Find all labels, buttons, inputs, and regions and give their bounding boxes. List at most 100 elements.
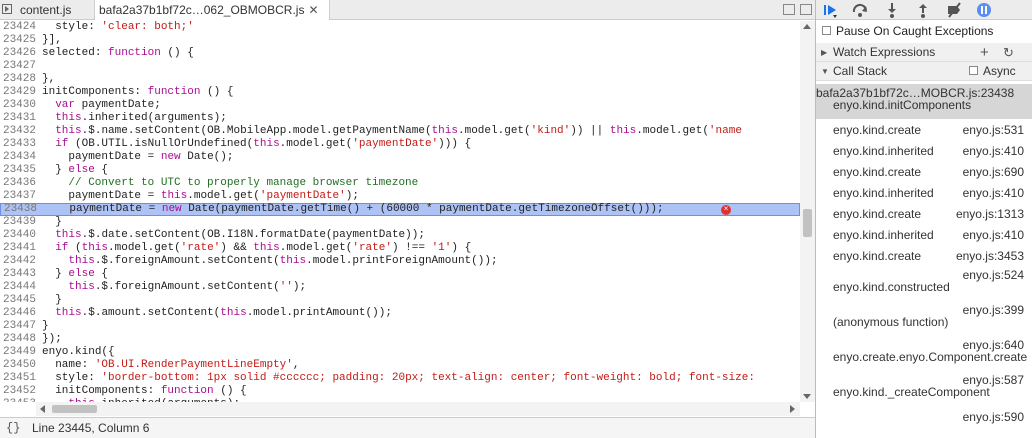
line-number[interactable]: 23425: [0, 34, 36, 47]
call-stack-frame[interactable]: (anonymous function) enyo.js:399: [816, 301, 1032, 336]
line-number[interactable]: 23453: [0, 398, 36, 402]
frame-location[interactable]: enyo.js:399: [963, 303, 1024, 317]
line-number[interactable]: 23433: [0, 138, 36, 151]
scroll-down-icon[interactable]: [803, 394, 811, 399]
frame-location[interactable]: enyo.js:410: [963, 186, 1024, 200]
line-number[interactable]: 23445: [0, 294, 36, 307]
code-line[interactable]: 23437 paymentDate = this.model.get('paym…: [0, 190, 800, 203]
code-line[interactable]: 23439 }: [0, 216, 800, 229]
line-number[interactable]: 23432: [0, 125, 36, 138]
code-line[interactable]: 23434 paymentDate = new Date();: [0, 151, 800, 164]
pause-on-caught-checkbox[interactable]: [822, 26, 831, 35]
watch-expressions-header[interactable]: ▶ Watch Expressions + ↻: [816, 43, 1032, 62]
code-line[interactable]: 23452 initComponents: function () {: [0, 385, 800, 398]
tab-content-js[interactable]: content.js: [18, 0, 94, 20]
line-number[interactable]: 23430: [0, 99, 36, 112]
code-line-breakpoint[interactable]: 23438 paymentDate = new Date(paymentDate…: [0, 203, 800, 216]
frame-location[interactable]: enyo.js:690: [963, 165, 1024, 179]
line-number[interactable]: 23436: [0, 177, 36, 190]
line-number[interactable]: 23452: [0, 385, 36, 398]
frame-location[interactable]: enyo.js:587: [963, 373, 1024, 387]
vertical-scroll-thumb[interactable]: [803, 209, 812, 237]
code-line[interactable]: 23444 this.$.foreignAmount.setContent(''…: [0, 281, 800, 294]
line-number[interactable]: 23431: [0, 112, 36, 125]
scroll-left-icon[interactable]: [40, 405, 45, 413]
code-line[interactable]: 23429 initComponents: function () {: [0, 86, 800, 99]
call-stack-frame[interactable]: enyo.kind.inherited enyo.js:410: [816, 140, 1032, 161]
code-line[interactable]: 23440 this.$.date.setContent(OB.I18N.for…: [0, 229, 800, 242]
line-number[interactable]: 23444: [0, 281, 36, 294]
code-line[interactable]: 23430 var paymentDate;: [0, 99, 800, 112]
close-icon[interactable]: ✕: [308, 3, 318, 17]
code-line[interactable]: 23447}: [0, 320, 800, 333]
code-line[interactable]: 23446 this.$.amount.setContent(this.mode…: [0, 307, 800, 320]
line-number[interactable]: 23442: [0, 255, 36, 268]
split-right-icon[interactable]: [800, 4, 812, 15]
call-stack-frame[interactable]: enyo.js:590: [816, 406, 1032, 427]
line-number[interactable]: 23429: [0, 86, 36, 99]
line-number[interactable]: 23438: [1, 204, 37, 215]
code-line[interactable]: 23424 style: 'clear: both;': [0, 21, 800, 34]
frame-location[interactable]: enyo.js:640: [963, 338, 1024, 352]
code-line[interactable]: 23450 name: 'OB.UI.RenderPaymentLineEmpt…: [0, 359, 800, 372]
line-number[interactable]: 23448: [0, 333, 36, 346]
horizontal-scrollbar[interactable]: [36, 402, 800, 416]
add-icon[interactable]: +: [980, 43, 989, 62]
pause-on-exceptions-icon[interactable]: [976, 2, 992, 18]
call-stack-frame[interactable]: enyo.kind.create enyo.js:531: [816, 119, 1032, 140]
line-number[interactable]: 23440: [0, 229, 36, 242]
line-number[interactable]: 23439: [0, 216, 36, 229]
line-number[interactable]: 23434: [0, 151, 36, 164]
line-number[interactable]: 23426: [0, 47, 36, 60]
step-out-icon[interactable]: [915, 2, 931, 18]
call-stack-frame[interactable]: enyo.kind.constructed enyo.js:524: [816, 266, 1032, 301]
code-line[interactable]: 23449 enyo.kind({: [0, 346, 800, 359]
resume-icon[interactable]: [822, 2, 838, 18]
line-number[interactable]: 23424: [0, 21, 36, 34]
call-stack-frame[interactable]: enyo.kind.create enyo.js:690: [816, 161, 1032, 182]
scroll-right-icon[interactable]: [790, 405, 795, 413]
call-stack-frame[interactable]: enyo.kind.create enyo.js:1313: [816, 203, 1032, 224]
code-line[interactable]: 23442 this.$.foreignAmount.setContent(th…: [0, 255, 800, 268]
line-number[interactable]: 23447: [0, 320, 36, 333]
split-icon[interactable]: [783, 4, 795, 15]
code-line[interactable]: 23443 } else {: [0, 268, 800, 281]
frame-location[interactable]: bafa2a37b1bf72c…MOBCR.js:23438: [816, 86, 1014, 100]
scroll-up-icon[interactable]: [803, 24, 811, 29]
refresh-icon[interactable]: ↻: [1003, 43, 1014, 62]
line-number[interactable]: 23449: [0, 346, 36, 359]
code-line[interactable]: 23445 }: [0, 294, 800, 307]
step-into-icon[interactable]: [884, 2, 900, 18]
pause-on-caught-row[interactable]: Pause On Caught Exceptions: [816, 22, 1032, 42]
call-stack-header[interactable]: ▼ Call Stack Async: [816, 62, 1032, 81]
code-line[interactable]: 23441 if (this.model.get('rate') && this…: [0, 242, 800, 255]
line-number[interactable]: 23427: [0, 60, 36, 73]
code-line[interactable]: 23435 } else {: [0, 164, 800, 177]
code-line[interactable]: 23431 this.inherited(arguments);: [0, 112, 800, 125]
code-area[interactable]: 23424 style: 'clear: both;' 23425}], 23426…: [0, 21, 800, 402]
tab-obmobcr-js[interactable]: bafa2a37b1bf72c…062_OBMOBCR.js ✕: [94, 0, 330, 20]
call-stack-frame[interactable]: enyo.create.enyo.Component.create enyo.js…: [816, 336, 1032, 371]
code-line[interactable]: 23448});: [0, 333, 800, 346]
frame-location[interactable]: enyo.js:531: [963, 123, 1024, 137]
code-line[interactable]: 23436 // Convert to UTC to properly mana…: [0, 177, 800, 190]
call-stack-frame[interactable]: enyo.kind.inherited enyo.js:410: [816, 182, 1032, 203]
code-line[interactable]: 23427: [0, 60, 800, 73]
frame-location[interactable]: enyo.js:590: [963, 410, 1024, 424]
call-stack-frame[interactable]: enyo.kind.inherited enyo.js:410: [816, 224, 1032, 245]
line-number[interactable]: 23446: [0, 307, 36, 320]
frame-location[interactable]: enyo.js:410: [963, 228, 1024, 242]
frame-location[interactable]: enyo.js:524: [963, 268, 1024, 282]
call-stack-frame[interactable]: enyo.kind._createComponent enyo.js:587: [816, 371, 1032, 406]
code-line[interactable]: 23432 this.$.name.setContent(OB.MobileAp…: [0, 125, 800, 138]
line-number[interactable]: 23437: [0, 190, 36, 203]
deactivate-breakpoints-icon[interactable]: [946, 2, 962, 18]
call-stack-frame[interactable]: enyo.kind.create enyo.js:3453: [816, 245, 1032, 266]
horizontal-scroll-thumb[interactable]: [52, 405, 97, 413]
pretty-print-button[interactable]: {}: [6, 421, 20, 435]
line-number[interactable]: 23450: [0, 359, 36, 372]
navigator-icon[interactable]: [2, 4, 12, 14]
code-line[interactable]: 23428},: [0, 73, 800, 86]
call-stack-frame[interactable]: enyo.kind.initComponents bafa2a37b1bf72c……: [816, 84, 1032, 119]
frame-location[interactable]: enyo.js:3453: [956, 249, 1024, 263]
